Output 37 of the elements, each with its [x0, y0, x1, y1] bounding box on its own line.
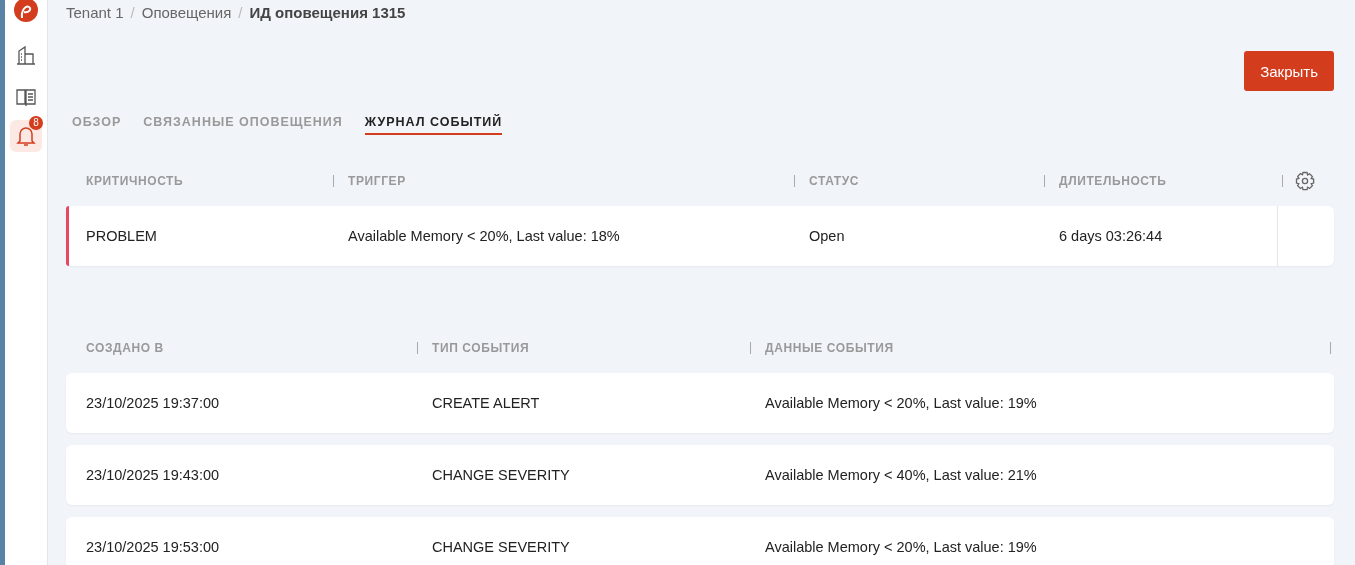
notification-count: 8	[29, 116, 43, 130]
table-row[interactable]: 23/10/2025 19:43:00 CHANGE SEVERITY Available Memory < 40%, Last value: 21%	[66, 445, 1334, 505]
table-row[interactable]: PROBLEM Available Memory < 20%, Last value: 18% Open 6 days 03:26:44	[66, 206, 1334, 266]
table-row[interactable]: 23/10/2025 19:53:00 CHANGE SEVERITY Available Memory < 20%, Last value: 19%	[66, 517, 1334, 565]
logo-icon[interactable]	[14, 0, 38, 24]
column-header: ДЛИТЕЛЬНОСТЬ	[1059, 174, 1167, 188]
table-cell: 6 days 03:26:44	[1059, 228, 1163, 244]
table-cell: PROBLEM	[86, 228, 157, 244]
table-cell: Available Memory < 20%, Last value: 18%	[348, 228, 620, 244]
table-cell: CHANGE SEVERITY	[432, 467, 570, 483]
book-icon[interactable]	[15, 86, 37, 108]
table-cell: 23/10/2025 19:43:00	[86, 467, 220, 483]
breadcrumb-separator: /	[130, 3, 135, 21]
tab[interactable]: ЖУРНАЛ СОБЫТИЙ	[364, 109, 503, 135]
table-row[interactable]: 23/10/2025 19:37:00 CREATE ALERT Available Memory < 20%, Last value: 19%	[66, 373, 1334, 433]
table-cell: Open	[809, 228, 845, 244]
table-cell: 23/10/2025 19:53:00	[86, 539, 220, 555]
table-cell: CREATE ALERT	[432, 395, 540, 411]
column-header: ТИП СОБЫТИЯ	[432, 341, 530, 355]
breadcrumb-current-page: ИД оповещения 1315	[249, 3, 406, 21]
column-header: СТАТУС	[809, 174, 860, 188]
breadcrumb-separator: /	[238, 3, 243, 21]
table-cell: Available Memory < 20%, Last value: 19%	[765, 395, 1037, 411]
close-button[interactable]: Закрыть	[1244, 51, 1334, 91]
building-icon[interactable]	[15, 44, 37, 66]
column-header: СОЗДАНО В	[86, 341, 164, 355]
table-cell: Available Memory < 20%, Last value: 19%	[765, 539, 1037, 555]
breadcrumb-link[interactable]: Оповещения	[141, 3, 232, 21]
column-header: ДАННЫЕ СОБЫТИЯ	[765, 341, 894, 355]
settings-icon[interactable]	[1295, 171, 1315, 191]
column-header: ТРИГГЕР	[348, 174, 406, 188]
column-header: КРИТИЧНОСТЬ	[86, 174, 184, 188]
table-cell: CHANGE SEVERITY	[432, 539, 570, 555]
breadcrumb-link[interactable]: Tenant 1	[66, 3, 124, 21]
table-cell: Available Memory < 40%, Last value: 21%	[765, 467, 1037, 483]
bell-icon	[16, 125, 36, 147]
table-cell: 23/10/2025 19:37:00	[86, 395, 220, 411]
